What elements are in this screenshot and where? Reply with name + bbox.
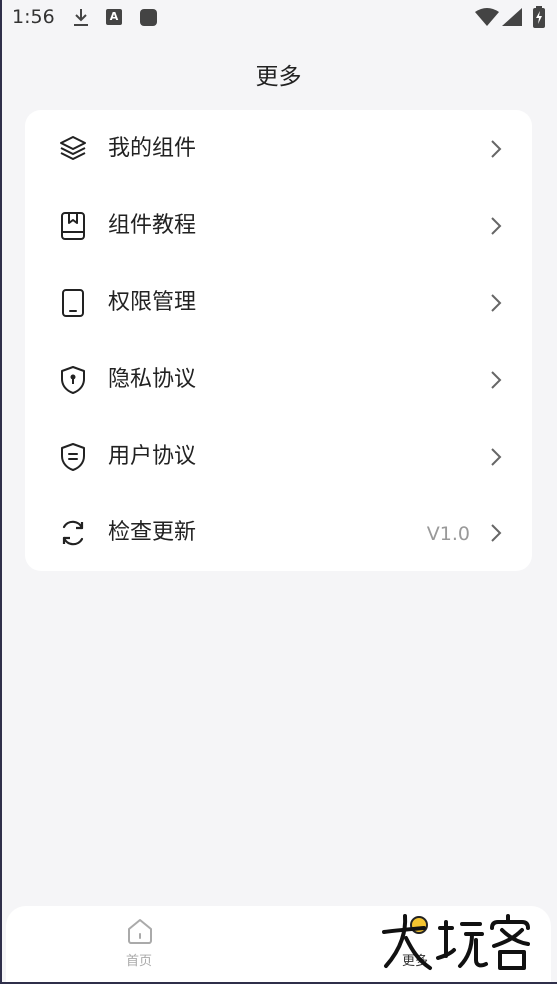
shield-document-icon [58, 442, 88, 472]
tablet-icon [58, 288, 88, 318]
a-notification-icon: A [106, 9, 122, 25]
layers-icon [58, 134, 88, 164]
menu-item-label: 用户协议 [108, 444, 197, 469]
window-border-left [0, 0, 2, 984]
download-icon [72, 8, 90, 32]
status-bar: 1:56 A [0, 0, 557, 36]
shield-lock-icon [58, 365, 88, 395]
menu-item-user-agreement[interactable]: 用户协议 [25, 418, 532, 495]
watermark-logo [378, 912, 548, 978]
menu-item-permissions[interactable]: 权限管理 [25, 264, 532, 341]
menu-item-label: 组件教程 [108, 213, 197, 238]
tab-home[interactable]: 首页 [126, 950, 152, 969]
wifi-icon [475, 8, 499, 30]
chevron-right-icon [490, 447, 502, 467]
menu-item-label: 隐私协议 [108, 367, 197, 392]
chevron-right-icon [490, 523, 502, 543]
square-notification-icon [140, 9, 157, 26]
bookmark-book-icon [58, 211, 88, 241]
version-value: V1.0 [426, 523, 470, 545]
menu-item-check-update[interactable]: 检查更新 V1.0 [25, 494, 532, 571]
menu-card: 我的组件 组件教程 权限管理 隐私协议 用户协议 检查更新 V1.0 [25, 110, 532, 571]
menu-item-my-widgets[interactable]: 我的组件 [25, 110, 532, 187]
chevron-right-icon [490, 370, 502, 390]
home-icon[interactable] [125, 916, 155, 950]
page-title: 更多 [255, 64, 302, 90]
menu-item-widget-tutorial[interactable]: 组件教程 [25, 187, 532, 264]
menu-item-privacy-policy[interactable]: 隐私协议 [25, 341, 532, 418]
refresh-icon [58, 518, 88, 548]
chevron-right-icon [490, 216, 502, 236]
chevron-right-icon [490, 139, 502, 159]
battery-icon [533, 6, 545, 32]
menu-item-label: 检查更新 [108, 520, 197, 545]
chevron-right-icon [490, 293, 502, 313]
menu-item-label: 权限管理 [108, 290, 197, 315]
status-time: 1:56 [12, 6, 55, 28]
menu-item-label: 我的组件 [108, 136, 197, 161]
signal-icon [502, 8, 522, 30]
